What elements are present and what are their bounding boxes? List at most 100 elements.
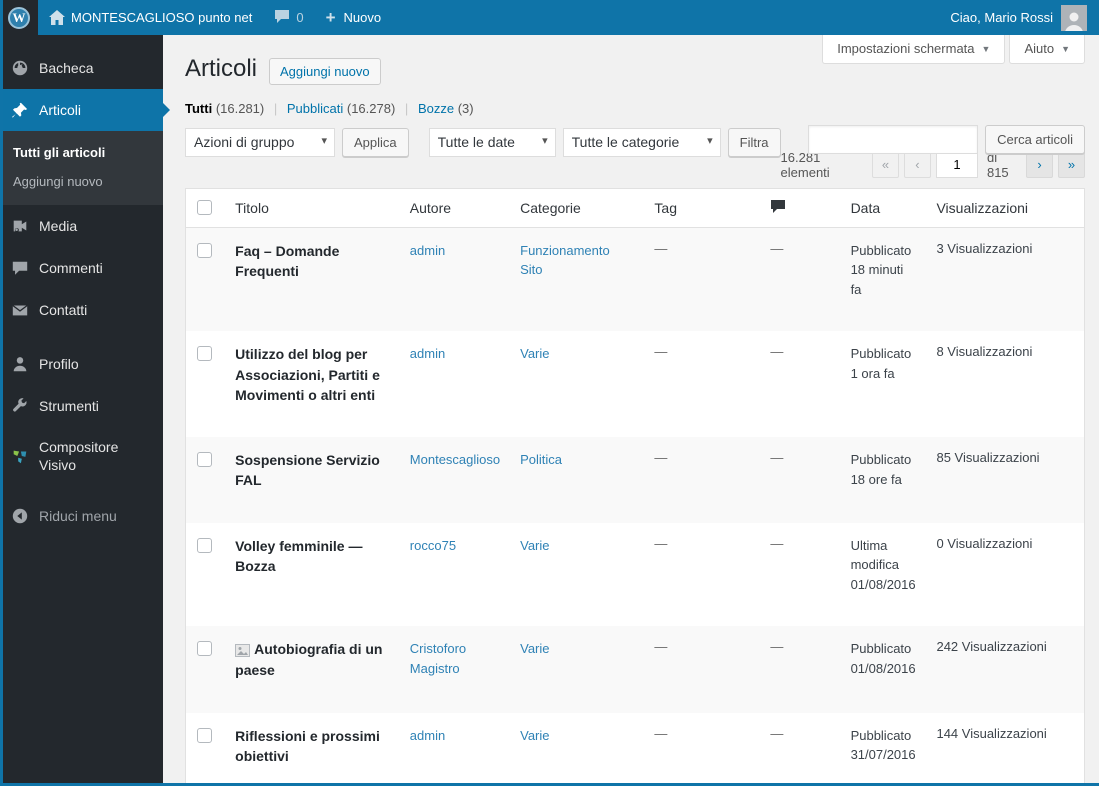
view-pubblicati[interactable]: Pubblicati (287, 101, 343, 116)
post-title-link[interactable]: Riflessioni e prossimi obiettivi (235, 728, 380, 764)
sidebar-subitem-aggiungi-nuovo[interactable]: Aggiungi nuovo (0, 167, 163, 196)
views-cell: 144 Visualizzazioni (936, 725, 1047, 741)
pagination: 16.281 elementi « ‹ di 815 › » (781, 150, 1085, 180)
author-link[interactable]: admin (410, 726, 445, 746)
view-bozze[interactable]: Bozze (418, 101, 454, 116)
sidebar-item-strumenti[interactable]: Strumenti (0, 385, 163, 427)
plus-icon: + (325, 8, 336, 27)
row-checkbox[interactable] (197, 641, 212, 657)
category-filter-select[interactable]: Tutte le categorie (562, 127, 721, 157)
screen-options-label: Impostazioni schermata (837, 41, 975, 56)
sidebar-item-contatti[interactable]: Contatti (0, 289, 163, 331)
category-link[interactable]: Politica (520, 450, 562, 470)
category-link[interactable]: Varie (520, 344, 549, 364)
row-checkbox[interactable] (197, 346, 212, 362)
greeting-text[interactable]: Ciao, Mario Rossi (950, 10, 1053, 25)
table-row: Riflessioni e prossimi obiettivi admin V… (185, 712, 1085, 786)
wordpress-menu-button[interactable]: W (0, 0, 38, 35)
admin-bar-comments-link[interactable]: 0 (263, 0, 314, 35)
apply-button[interactable]: Applica (342, 127, 409, 157)
sidebar-item-commenti[interactable]: Commenti (0, 247, 163, 289)
comments-cell: — (770, 535, 784, 551)
articoli-submenu: Tutti gli articoli Aggiungi nuovo (0, 131, 163, 205)
sidebar-item-bacheca[interactable]: Bacheca (0, 47, 163, 89)
author-link[interactable]: admin (410, 344, 445, 364)
add-new-button[interactable]: Aggiungi nuovo (269, 57, 381, 85)
help-toggle[interactable]: Aiuto ▼ (1009, 35, 1085, 64)
table-header-row: Titolo Autore Categorie Tag Data Visuali… (185, 188, 1085, 228)
comments-bubble-icon (274, 9, 290, 27)
view-count: (16.278) (346, 100, 396, 116)
row-checkbox[interactable] (197, 537, 212, 553)
prev-page-button[interactable]: ‹ (903, 151, 931, 179)
post-title-link[interactable]: Autobiografia di un paese (235, 641, 382, 678)
category-link[interactable]: Varie (520, 536, 549, 556)
chevron-down-icon: ▼ (1061, 43, 1070, 54)
column-header-visualizzazioni: Visualizzazioni (926, 188, 1085, 228)
table-row: Autobiografia di un paese Cristoforo Mag… (185, 626, 1085, 713)
avatar[interactable] (1061, 4, 1087, 31)
sidebar-item-label: Bacheca (39, 59, 94, 76)
sidebar-item-compositore-visivo[interactable]: Compositore Visivo (0, 427, 163, 485)
comments-cell: — (770, 240, 784, 256)
bulk-actions-select[interactable]: Azioni di gruppo (185, 127, 335, 157)
home-icon (49, 10, 65, 25)
view-tutti[interactable]: Tutti (185, 101, 212, 116)
new-content-button[interactable]: + Nuovo (315, 0, 393, 35)
screen-options-toggle[interactable]: Impostazioni schermata ▼ (822, 35, 1006, 64)
category-link[interactable]: Varie (520, 726, 549, 746)
date-filter-select[interactable]: Tutte le date (428, 127, 556, 157)
sidebar-item-label: Strumenti (39, 397, 99, 414)
date-cell: Ultima modifica 01/08/2016 (850, 537, 916, 592)
sidebar-item-riduci-menu[interactable]: Riduci menu (0, 495, 163, 537)
post-title-link[interactable]: Faq – Domande Frequenti (235, 243, 339, 279)
author-link[interactable]: admin (410, 241, 445, 261)
sidebar-item-articoli[interactable]: Articoli (0, 89, 170, 131)
sidebar-item-profilo[interactable]: Profilo (0, 343, 163, 385)
sidebar-item-label: Contatti (39, 301, 88, 318)
view-label: Bozze (417, 100, 455, 116)
last-page-button[interactable]: » (1058, 151, 1085, 179)
first-page-button[interactable]: « (871, 151, 899, 179)
category-link[interactable]: Funzionamento Sito (520, 241, 634, 280)
wordpress-logo-icon: W (8, 6, 30, 29)
row-checkbox[interactable] (197, 242, 212, 258)
author-link[interactable]: rocco75 (410, 536, 456, 556)
post-title-link[interactable]: Volley femminile — Bozza (235, 538, 362, 574)
search-input[interactable] (808, 125, 979, 154)
view-count: (16.281) (215, 100, 265, 116)
date-cell: Pubblicato 18 minuti fa (850, 242, 912, 297)
window-edge-left (0, 0, 3, 786)
visual-composer-icon (10, 446, 30, 466)
search-posts-button[interactable]: Cerca articoli (985, 125, 1085, 154)
filter-button[interactable]: Filtra (727, 127, 781, 157)
column-header-titolo[interactable]: Titolo (225, 188, 400, 228)
next-page-button[interactable]: › (1026, 151, 1053, 179)
admin-bar: W MONTESCAGLIOSO punto net 0 + Nuovo Cia… (0, 0, 1099, 35)
post-title-link[interactable]: Utilizzo del blog per Associazioni, Part… (235, 346, 380, 403)
category-link[interactable]: Varie (520, 639, 549, 659)
user-icon (10, 354, 30, 374)
comments-cell: — (770, 725, 784, 741)
pin-icon (10, 100, 30, 120)
column-header-tag: Tag (644, 188, 761, 228)
main-content: Impostazioni schermata ▼ Aiuto ▼ Articol… (163, 35, 1099, 786)
row-checkbox[interactable] (197, 727, 212, 743)
bulk-actions-select-wrap: Azioni di gruppo (185, 127, 335, 157)
comments-cell: — (770, 450, 784, 466)
current-page-input[interactable] (935, 151, 978, 179)
select-all-checkbox[interactable] (197, 199, 212, 215)
post-title-link[interactable]: Sospensione Servizio FAL (235, 452, 380, 488)
dashboard-icon (10, 58, 30, 78)
help-label: Aiuto (1024, 41, 1055, 56)
site-name-link[interactable]: MONTESCAGLIOSO punto net (38, 0, 263, 35)
author-link[interactable]: Cristoforo Magistro (410, 639, 500, 678)
sidebar-subitem-tutti-gli-articoli[interactable]: Tutti gli articoli (0, 138, 163, 167)
post-status-views: Tutti (16.281) | Pubblicati (16.278) | B… (163, 84, 1099, 116)
column-header-data[interactable]: Data (840, 188, 927, 228)
row-checkbox[interactable] (197, 452, 212, 468)
views-cell: 85 Visualizzazioni (936, 450, 1040, 466)
tags-cell: — (654, 639, 668, 655)
sidebar-item-media[interactable]: Media (0, 205, 163, 247)
author-link[interactable]: Montescaglioso (410, 450, 500, 470)
